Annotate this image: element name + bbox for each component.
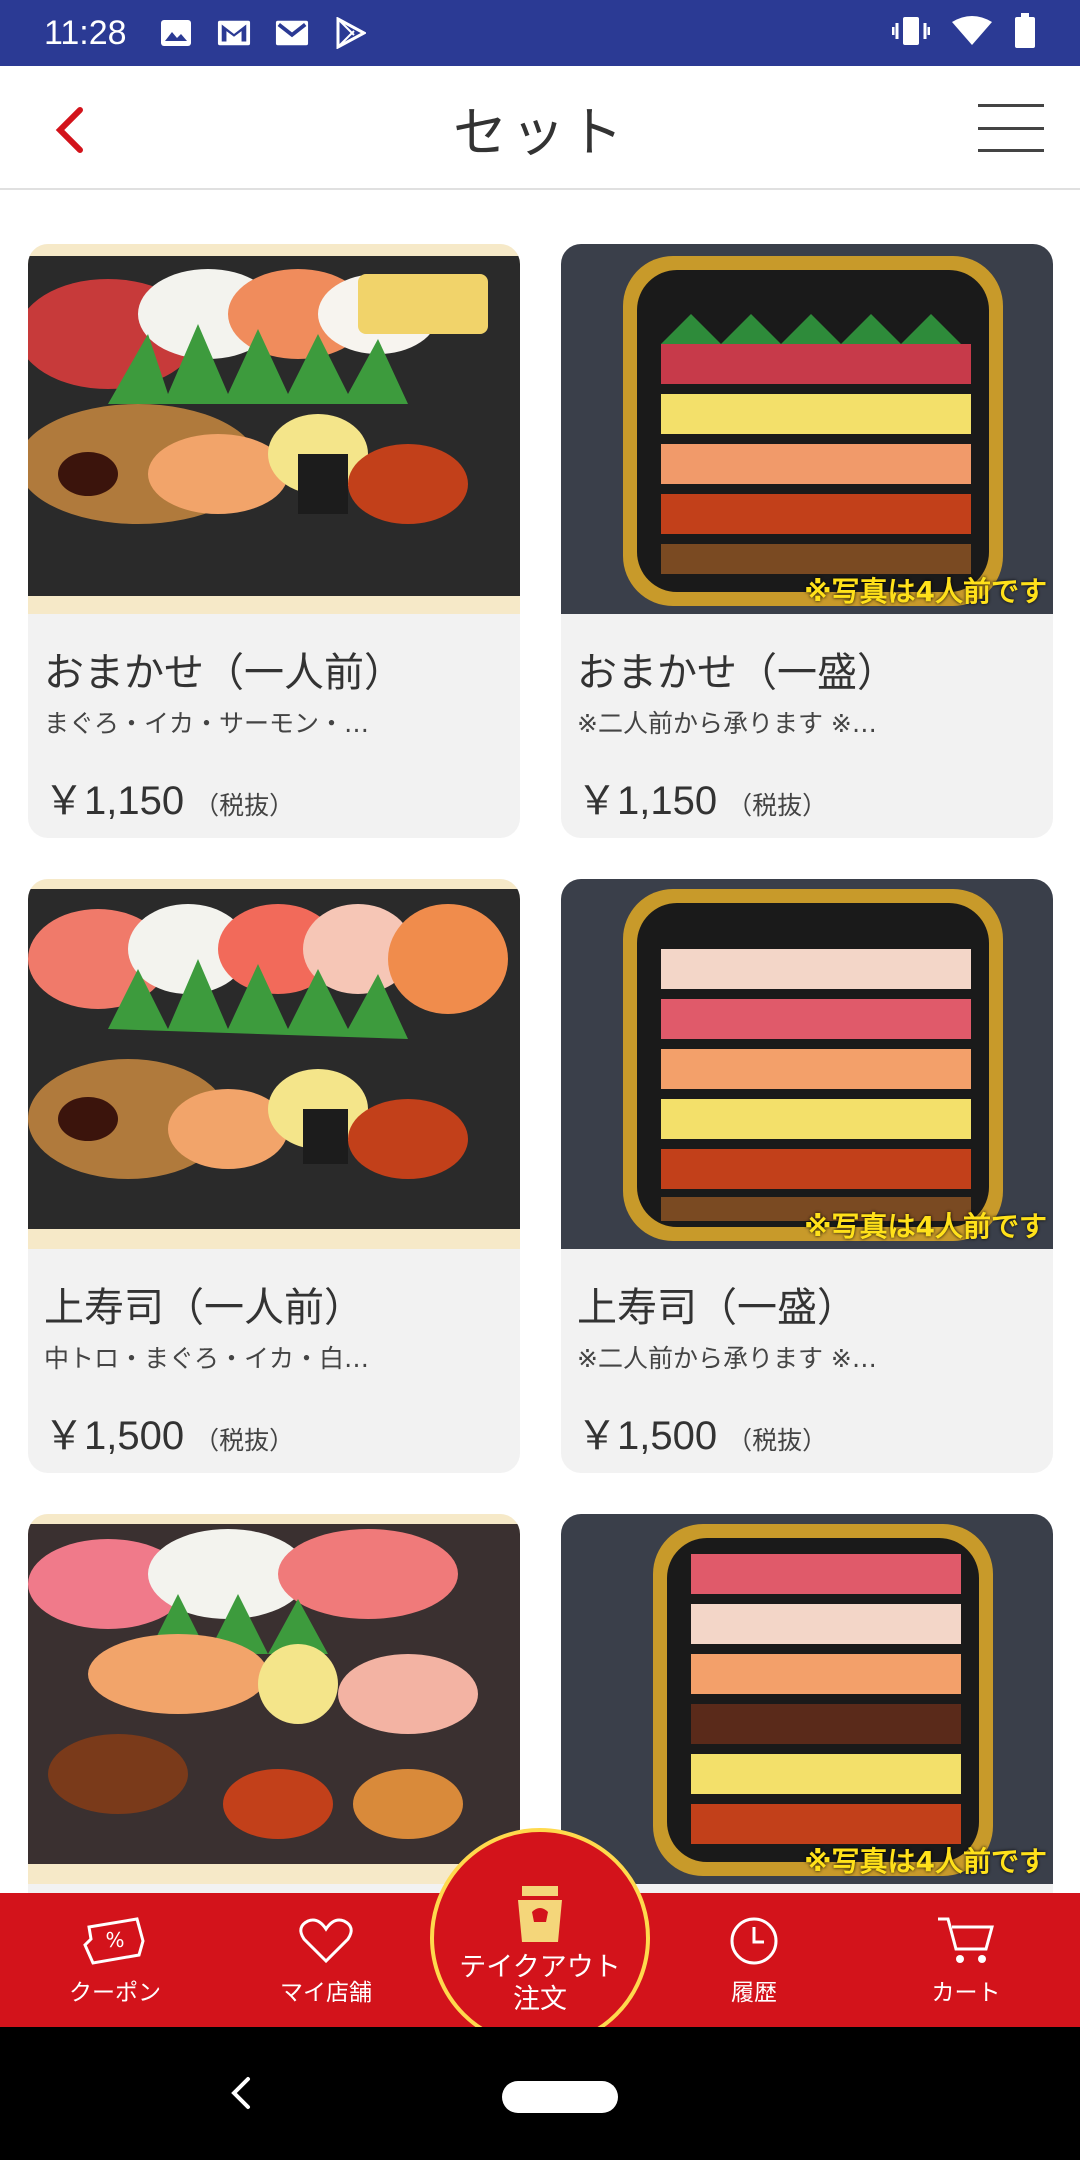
- hamburger-menu-icon[interactable]: [978, 98, 1044, 158]
- mail-notification-icon: [275, 17, 309, 49]
- product-description: ※二人前から承ります ※…: [577, 709, 877, 738]
- app-header: セット: [0, 66, 1080, 190]
- product-name: 上寿司（一人前）: [44, 1285, 364, 1331]
- takeout-label-line2: 注文: [513, 1984, 567, 2015]
- gmail-notification-icon: [217, 17, 251, 49]
- status-time: 11:28: [44, 13, 127, 52]
- product-photo: ※写真は4人前です: [561, 879, 1053, 1249]
- product-name: おまかせ（一人前）: [44, 650, 404, 696]
- product-description: 中トロ・まぐろ・イカ・白…: [44, 1344, 370, 1373]
- nav-label: 履歴: [731, 1980, 777, 2006]
- system-home-pill[interactable]: [502, 2081, 618, 2113]
- tax-label: （税抜）: [194, 1426, 295, 1455]
- takeout-label-line1: テイクアウト: [459, 1952, 621, 1983]
- nav-label: クーポン: [69, 1980, 161, 2006]
- photo-note: ※写真は4人前です: [804, 1845, 1047, 1878]
- takeout-bag-icon: [518, 1886, 562, 1942]
- product-description: まぐろ・イカ・サーモン・…: [44, 709, 370, 738]
- back-button[interactable]: [40, 100, 100, 160]
- tax-label: （税抜）: [194, 791, 295, 820]
- tax-label: （税抜）: [727, 791, 828, 820]
- product-photo: [28, 879, 520, 1249]
- cart-icon: [938, 1917, 994, 1963]
- nav-cart[interactable]: カート: [866, 1893, 1066, 2027]
- svg-text:%: %: [105, 1928, 124, 1952]
- product-photo: [28, 1514, 520, 1884]
- product-photo: ※写真は4人前です: [561, 244, 1053, 614]
- photo-note: ※写真は4人前です: [804, 1210, 1047, 1243]
- product-card[interactable]: おまかせ（一人前） まぐろ・イカ・サーモン・… ￥1,150 （税抜）: [28, 244, 520, 838]
- nav-coupon[interactable]: % クーポン: [15, 1893, 215, 2027]
- vibrate-icon: [891, 15, 931, 51]
- product-card[interactable]: 上寿司（一人前） 中トロ・まぐろ・イカ・白… ￥1,500 （税抜）: [28, 879, 520, 1473]
- image-notification-icon: [159, 17, 193, 49]
- photo-note: ※写真は4人前です: [804, 575, 1047, 608]
- product-name: 上寿司（一盛）: [577, 1285, 857, 1331]
- product-price: ￥1,500: [44, 1414, 185, 1458]
- product-price: ￥1,150: [44, 779, 185, 823]
- coupon-icon: %: [83, 1917, 145, 1965]
- nav-label: マイ店舗: [280, 1980, 372, 2006]
- status-bar: 11:28: [0, 0, 1080, 66]
- product-photo: [28, 244, 520, 614]
- tax-label: （税抜）: [727, 1426, 828, 1455]
- takeout-order-button[interactable]: テイクアウト 注文: [430, 1828, 650, 2048]
- product-price: ￥1,500: [577, 1414, 718, 1458]
- play-store-notification-icon: [333, 17, 367, 49]
- system-back-icon[interactable]: [222, 2073, 262, 2113]
- product-photo: ※写真は4人前です: [561, 1514, 1053, 1884]
- battery-icon: [1014, 13, 1036, 53]
- product-description: ※二人前から承ります ※…: [577, 1344, 877, 1373]
- clock-icon: [730, 1917, 778, 1965]
- page-title: セット: [453, 100, 627, 164]
- product-card[interactable]: ※写真は4人前です おまかせ（一盛） ※二人前から承ります ※… ￥1,150 …: [561, 244, 1053, 838]
- product-card[interactable]: ※写真は4人前です 上寿司（一盛） ※二人前から承ります ※… ￥1,500 （…: [561, 879, 1053, 1473]
- nav-my-store[interactable]: マイ店舗: [226, 1893, 426, 2027]
- wifi-icon: [952, 16, 992, 50]
- nav-history[interactable]: 履歴: [654, 1893, 854, 2027]
- product-name: おまかせ（一盛）: [577, 650, 897, 696]
- chevron-left-icon: [55, 107, 83, 153]
- product-price: ￥1,150: [577, 779, 718, 823]
- heart-icon: [299, 1918, 353, 1964]
- nav-label: カート: [931, 1980, 1001, 2006]
